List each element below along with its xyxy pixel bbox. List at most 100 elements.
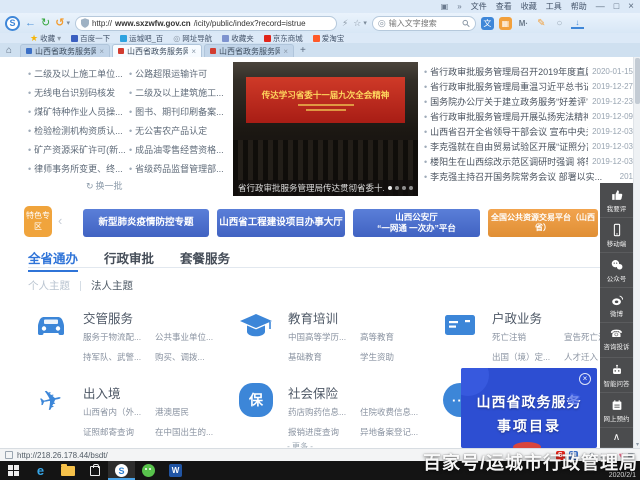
menu-overflow-icon[interactable]: » [457, 2, 461, 11]
taskbar-sogou-browser[interactable]: S [108, 461, 135, 480]
menu-help[interactable]: 帮助 [571, 1, 587, 12]
bookmark-star-icon[interactable]: ☆ [353, 18, 361, 29]
tab-province-wide[interactable]: 全省通办 [28, 248, 78, 272]
quick-link[interactable]: •无线电台识别码核发 [28, 86, 129, 99]
minimize-button[interactable]: — [596, 2, 605, 11]
category-link[interactable]: 服务于物流配... [83, 331, 153, 343]
news-carousel-image[interactable]: 传达学习省委十一届九次全会精神 省行政审批服务管理局传达贯彻省委十... [233, 62, 418, 196]
menu-view[interactable]: 查看 [496, 1, 512, 12]
sidebar-rate-button[interactable]: 我要评 [600, 183, 633, 218]
category-title[interactable]: 社会保险 [288, 383, 338, 402]
quick-link[interactable]: •二级及以上建筑施工... [129, 86, 230, 99]
carousel-dots[interactable] [388, 186, 413, 190]
category-link[interactable]: 异地备案登记... [360, 426, 418, 438]
new-tab-button[interactable]: + [300, 45, 306, 56]
special-zone-badge[interactable]: 特色专区 [24, 206, 52, 237]
category-link[interactable]: 中国高等学历... [288, 331, 358, 343]
quick-link[interactable]: •煤矿特种作业人员操... [28, 105, 129, 118]
banner-prev-icon[interactable]: ‹ [58, 213, 62, 228]
quick-link[interactable]: •律师事务所变更、终... [28, 162, 129, 175]
news-item[interactable]: •省行政审批服务管理局召开2019年度直属...2020-01-15 [424, 64, 633, 79]
quick-link[interactable]: •二级及以上施工单位... [28, 67, 129, 80]
quick-link[interactable]: •矿产资源采矿许可(新... [28, 143, 129, 156]
bookmark-nav-site[interactable]: ◎网址导航 [173, 33, 212, 44]
reload-button[interactable]: ↻ [41, 18, 50, 29]
tab-baidu-result[interactable]: 山西省政务服务网_百度... × [20, 44, 110, 57]
category-link[interactable]: 出国（境）定... [492, 351, 562, 363]
quick-link[interactable]: •检验检测机构资质认... [28, 124, 129, 137]
category-link[interactable]: 购买、调拨... [155, 351, 213, 363]
search-box[interactable]: ◎ [372, 16, 476, 31]
quick-link[interactable]: •无公害农产品认定 [129, 124, 230, 137]
category-link[interactable]: 公共事业单位... [155, 331, 213, 343]
vertical-scrollbar[interactable]: ▾ [633, 57, 640, 448]
category-link[interactable]: 港澳居民 [155, 406, 213, 418]
news-item[interactable]: •省行政审批服务管理局重温习近平总书记“...2019-12-27 [424, 79, 633, 94]
search-input[interactable] [389, 19, 459, 28]
tab-close-icon[interactable]: × [283, 47, 288, 56]
menu-file[interactable]: 文件 [471, 1, 487, 12]
category-link[interactable]: 证照邮寄查询 [83, 426, 153, 438]
account-icon[interactable]: ○ [553, 17, 566, 30]
taskbar-edge[interactable]: e [27, 461, 54, 480]
category-link[interactable]: 基础教育 [288, 351, 358, 363]
sidebar-back-to-top-button[interactable]: ∧ [600, 428, 633, 448]
sidebar-appointment-button[interactable]: 网上预约 [600, 393, 633, 428]
category-link[interactable]: 山西省内（外... [83, 406, 153, 418]
star-dropdown-icon[interactable]: ▾ [363, 18, 367, 29]
reading-mode-icon[interactable]: ▦ [499, 17, 512, 30]
tab-zwfw-login[interactable]: 山西省政务服务网统一... × [204, 44, 294, 57]
category-link[interactable]: 住院收费信息... [360, 406, 418, 418]
tab-close-icon[interactable]: × [191, 47, 196, 56]
banner-construction-hall[interactable]: 山西省工程建设项目办事大厅 [217, 209, 345, 237]
quick-link[interactable]: •省级药品监督管理部... [129, 162, 230, 175]
extensions-icon[interactable]: M· [517, 17, 530, 30]
banner-police-platform[interactable]: 山西公安厅“一网通 一次办”平台 [353, 209, 480, 237]
undo-close-button[interactable]: ↺ [55, 18, 64, 29]
refresh-batch-link[interactable]: ↻换一批 [86, 179, 123, 192]
bookmark-yunchengba[interactable]: 运城吧_百 [120, 33, 163, 44]
sidebar-qa-button[interactable]: 智能问答 [600, 358, 633, 393]
tab-package-services[interactable]: 套餐服务 [180, 248, 230, 272]
sidebar-consult-button[interactable]: ☎ 咨询投诉 [600, 323, 633, 358]
home-icon[interactable]: ⌂ [6, 45, 12, 56]
news-item[interactable]: •李克强主持召开国务院常务会议 部署以实...201 [424, 169, 633, 184]
tab-close-icon[interactable]: × [99, 47, 104, 56]
menu-tools[interactable]: 工具 [546, 1, 562, 12]
taskbar-explorer[interactable] [54, 461, 81, 480]
taskbar-store[interactable] [81, 461, 108, 480]
speed-mode-icon[interactable]: ⚡ [342, 18, 348, 29]
close-button[interactable]: × [628, 2, 634, 11]
sidebar-mobile-button[interactable]: 移动端 [600, 218, 633, 253]
news-item[interactable]: •国务院办公厅关于建立政务服务“好差评”...2019-12-23 [424, 94, 633, 109]
subject-personal[interactable]: 个人主题 [28, 278, 70, 293]
banner-public-resource-platform[interactable]: 全国公共资源交易平台（山西省） [488, 209, 598, 237]
subject-legal[interactable]: 法人主题 [91, 278, 133, 293]
start-button[interactable] [0, 461, 27, 480]
sogou-logo-icon[interactable]: S [5, 16, 20, 31]
undo-dropdown-icon[interactable]: ▾ [66, 18, 70, 29]
quick-link[interactable]: •公路超限运输许可 [129, 67, 230, 80]
address-bar[interactable]: http://www.sxzwfw.gov.cn/icity/public/in… [75, 16, 337, 31]
category-title[interactable]: 户政业务 [492, 308, 542, 327]
service-catalog-popup[interactable]: × 山西省政务服务 事项目录 [461, 368, 597, 448]
news-item[interactable]: •省行政审批服务管理局开展弘扬宪法精神主...2019-12-09 [424, 109, 633, 124]
category-title[interactable]: 出入境 [83, 383, 121, 402]
quick-link[interactable]: •图书、期刊印刷备案... [129, 105, 230, 118]
taskbar-wechat[interactable] [135, 461, 162, 480]
quick-link[interactable]: •成品油零售经营资格... [129, 143, 230, 156]
category-link[interactable]: 死亡注销 [492, 331, 562, 343]
restore-button[interactable]: □ [614, 2, 619, 11]
bookmark-folder[interactable]: 收藏夹 [222, 33, 254, 44]
back-button[interactable]: ← [25, 18, 36, 29]
bookmark-jd[interactable]: 京东商城 [264, 33, 303, 44]
bookmark-baidu[interactable]: 百度一下 [71, 33, 110, 44]
screenshot-pen-icon[interactable]: ✎ [535, 17, 548, 30]
bookmark-taobao[interactable]: 爱淘宝 [313, 33, 345, 44]
scrollbar-thumb[interactable] [635, 58, 640, 104]
category-link[interactable]: 持军队、武警... [83, 351, 153, 363]
bookmark-favorites[interactable]: ★收藏▾ [30, 33, 61, 44]
download-icon[interactable]: ↓ [571, 18, 584, 29]
translate-icon[interactable]: 文 [481, 17, 494, 30]
search-engine-icon[interactable]: ◎ [378, 18, 386, 29]
